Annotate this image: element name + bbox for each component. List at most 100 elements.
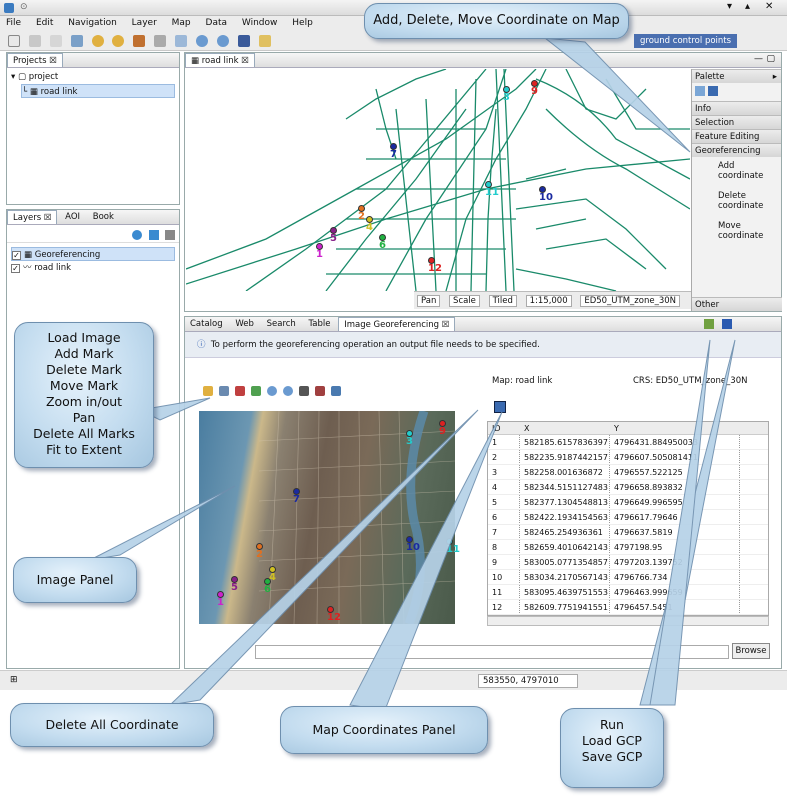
menu-window[interactable]: Window: [242, 18, 278, 28]
edit-icon[interactable]: [258, 35, 271, 47]
undo-icon[interactable]: [91, 35, 104, 47]
tab-search[interactable]: Search: [262, 317, 301, 331]
delete-all-marks-icon[interactable]: [315, 386, 325, 396]
table-scrollbar[interactable]: [487, 616, 769, 626]
scale-toggle[interactable]: Scale: [449, 295, 480, 307]
table-row[interactable]: 12 582609.7751941551 4796457.5451: [488, 600, 768, 615]
tab-table[interactable]: Table: [304, 317, 336, 331]
tab-projects[interactable]: Projects ☒: [7, 53, 63, 67]
menu-edit[interactable]: Edit: [36, 18, 53, 28]
window-menu-icon[interactable]: ⊙: [20, 2, 28, 12]
zoom-extent-icon[interactable]: [175, 35, 187, 47]
table-row[interactable]: 7 582465.254936361 4796637.5819: [488, 525, 768, 540]
palette-pan-icon[interactable]: [707, 86, 718, 96]
tab-layers[interactable]: Layers ☒: [7, 210, 58, 224]
layer-item-georeferencing[interactable]: ✓ ▦ Georeferencing: [11, 247, 175, 261]
menu-data[interactable]: Data: [206, 18, 228, 28]
table-cell: 4: [488, 480, 520, 494]
palette-section-georeferencing[interactable]: Georeferencing: [692, 143, 781, 157]
pan-toggle[interactable]: Pan: [417, 295, 441, 307]
delete-mark-icon[interactable]: [235, 386, 245, 396]
perspective-button[interactable]: ground control points: [634, 34, 738, 48]
add-mark-icon[interactable]: [219, 386, 229, 396]
palette-section-selection[interactable]: Selection: [692, 115, 781, 129]
tiled-toggle[interactable]: Tiled: [488, 295, 517, 307]
palette-section-other[interactable]: Other: [692, 297, 782, 311]
maximize-icon[interactable]: ▴: [745, 1, 750, 12]
table-cell: 3: [488, 465, 520, 479]
tab-book[interactable]: Book: [88, 210, 119, 224]
zoom-out-icon[interactable]: [283, 386, 293, 396]
maximize-view-icon[interactable]: ▢: [766, 54, 775, 64]
table-row[interactable]: 9 583005.0771354857 4797203.139752: [488, 555, 768, 570]
add-table-row-icon[interactable]: [494, 401, 506, 413]
zoom-in-icon[interactable]: [195, 35, 208, 47]
table-row[interactable]: 1 582185.6157836397 4796431.884950033: [488, 435, 768, 450]
output-file-field[interactable]: [255, 645, 729, 659]
image-panel[interactable]: 9 3 7 11 10 2 4 6 5 1 12: [199, 411, 460, 624]
table-cell: 1: [488, 435, 520, 449]
menu-navigation[interactable]: Navigation: [68, 18, 117, 28]
add-coordinate-tool[interactable]: Add coordinate: [692, 161, 781, 181]
palette-zoom-icon[interactable]: [695, 86, 705, 96]
menu-layer[interactable]: Layer: [132, 18, 157, 28]
layers-toolbar: [7, 225, 179, 243]
table-row[interactable]: 4 582344.5151127483 4796658.893832: [488, 480, 768, 495]
layer-down-icon[interactable]: [149, 230, 159, 240]
minimize-icon[interactable]: ▾: [727, 1, 732, 12]
map-point-label-9: 9: [531, 86, 538, 97]
tab-road-link[interactable]: ▦ road link ☒: [185, 53, 255, 67]
tool-icon[interactable]: [154, 35, 167, 47]
menu-map[interactable]: Map: [172, 18, 191, 28]
delete-coordinate-tool[interactable]: Delete coordinate: [692, 191, 781, 211]
layer-remove-icon[interactable]: [165, 230, 175, 240]
refresh-icon[interactable]: [133, 35, 146, 47]
project-icon[interactable]: [70, 35, 83, 47]
zoom-in-icon[interactable]: [267, 386, 277, 396]
crs-value[interactable]: ED50_UTM_zone_30N: [580, 295, 681, 307]
scale-value[interactable]: 1:15,000: [525, 295, 572, 307]
menu-help[interactable]: Help: [292, 18, 313, 28]
move-coordinate-tool[interactable]: Move coordinate: [692, 221, 781, 241]
menu-file[interactable]: File: [6, 18, 21, 28]
table-cell: 9: [488, 555, 520, 569]
tab-catalog[interactable]: Catalog: [185, 317, 228, 331]
load-image-icon[interactable]: [203, 386, 213, 396]
minimize-view-icon[interactable]: —: [754, 54, 763, 64]
layer-item-road-link[interactable]: ✓ 〰 road link: [11, 261, 175, 275]
pan-icon[interactable]: [237, 35, 250, 47]
table-row[interactable]: 3 582258.001636872 4796557.522125: [488, 465, 768, 480]
map-point-layer: 9 3 7 11 10 2 4 6 5 1 12: [186, 69, 690, 291]
table-row[interactable]: 11 583095.4639751553 4796463.999659: [488, 585, 768, 600]
palette-section-feature-editing[interactable]: Feature Editing: [692, 129, 781, 143]
tab-aoi[interactable]: AOI: [60, 210, 85, 224]
run-icon[interactable]: [704, 319, 714, 329]
close-icon[interactable]: ✕: [765, 1, 773, 12]
redo-icon[interactable]: [112, 35, 125, 47]
tree-item-road-link[interactable]: └ ▦ road link: [21, 84, 175, 98]
save-gcp-icon[interactable]: [722, 319, 732, 329]
browse-button[interactable]: Browse: [732, 643, 770, 659]
zoom-out-icon[interactable]: [216, 35, 229, 47]
save-all-icon[interactable]: [49, 35, 62, 47]
palette-section-info[interactable]: Info: [692, 101, 781, 115]
map-point-label-12: 12: [428, 263, 442, 274]
move-mark-icon[interactable]: [251, 386, 261, 396]
tab-image-georeferencing[interactable]: Image Georeferencing ☒: [338, 317, 456, 331]
new-icon[interactable]: [8, 35, 20, 47]
table-row[interactable]: 6 582422.1934154563 4796617.79646: [488, 510, 768, 525]
table-row[interactable]: 8 582659.4010642143 4797198.95: [488, 540, 768, 555]
table-body: 1 582185.6157836397 4796431.884950033 2 5822…: [488, 435, 768, 615]
fit-extent-icon[interactable]: [331, 386, 341, 396]
table-row[interactable]: 10 583034.2170567143 4796766.734: [488, 570, 768, 585]
tree-item-project[interactable]: ▾ ▢ project: [11, 70, 175, 84]
callout-map-coordinates: Map Coordinates Panel: [280, 706, 488, 754]
pan-icon[interactable]: [299, 386, 309, 396]
tab-web[interactable]: Web: [230, 317, 259, 331]
save-icon[interactable]: [28, 35, 41, 47]
table-row[interactable]: 5 582377.1304548813 4796649.996595: [488, 495, 768, 510]
table-row[interactable]: 2 582235.9187442157 4796607.505081411: [488, 450, 768, 465]
map-point-label-10: 10: [539, 192, 553, 203]
layer-up-icon[interactable]: [132, 230, 142, 240]
table-cell: 7: [488, 525, 520, 539]
